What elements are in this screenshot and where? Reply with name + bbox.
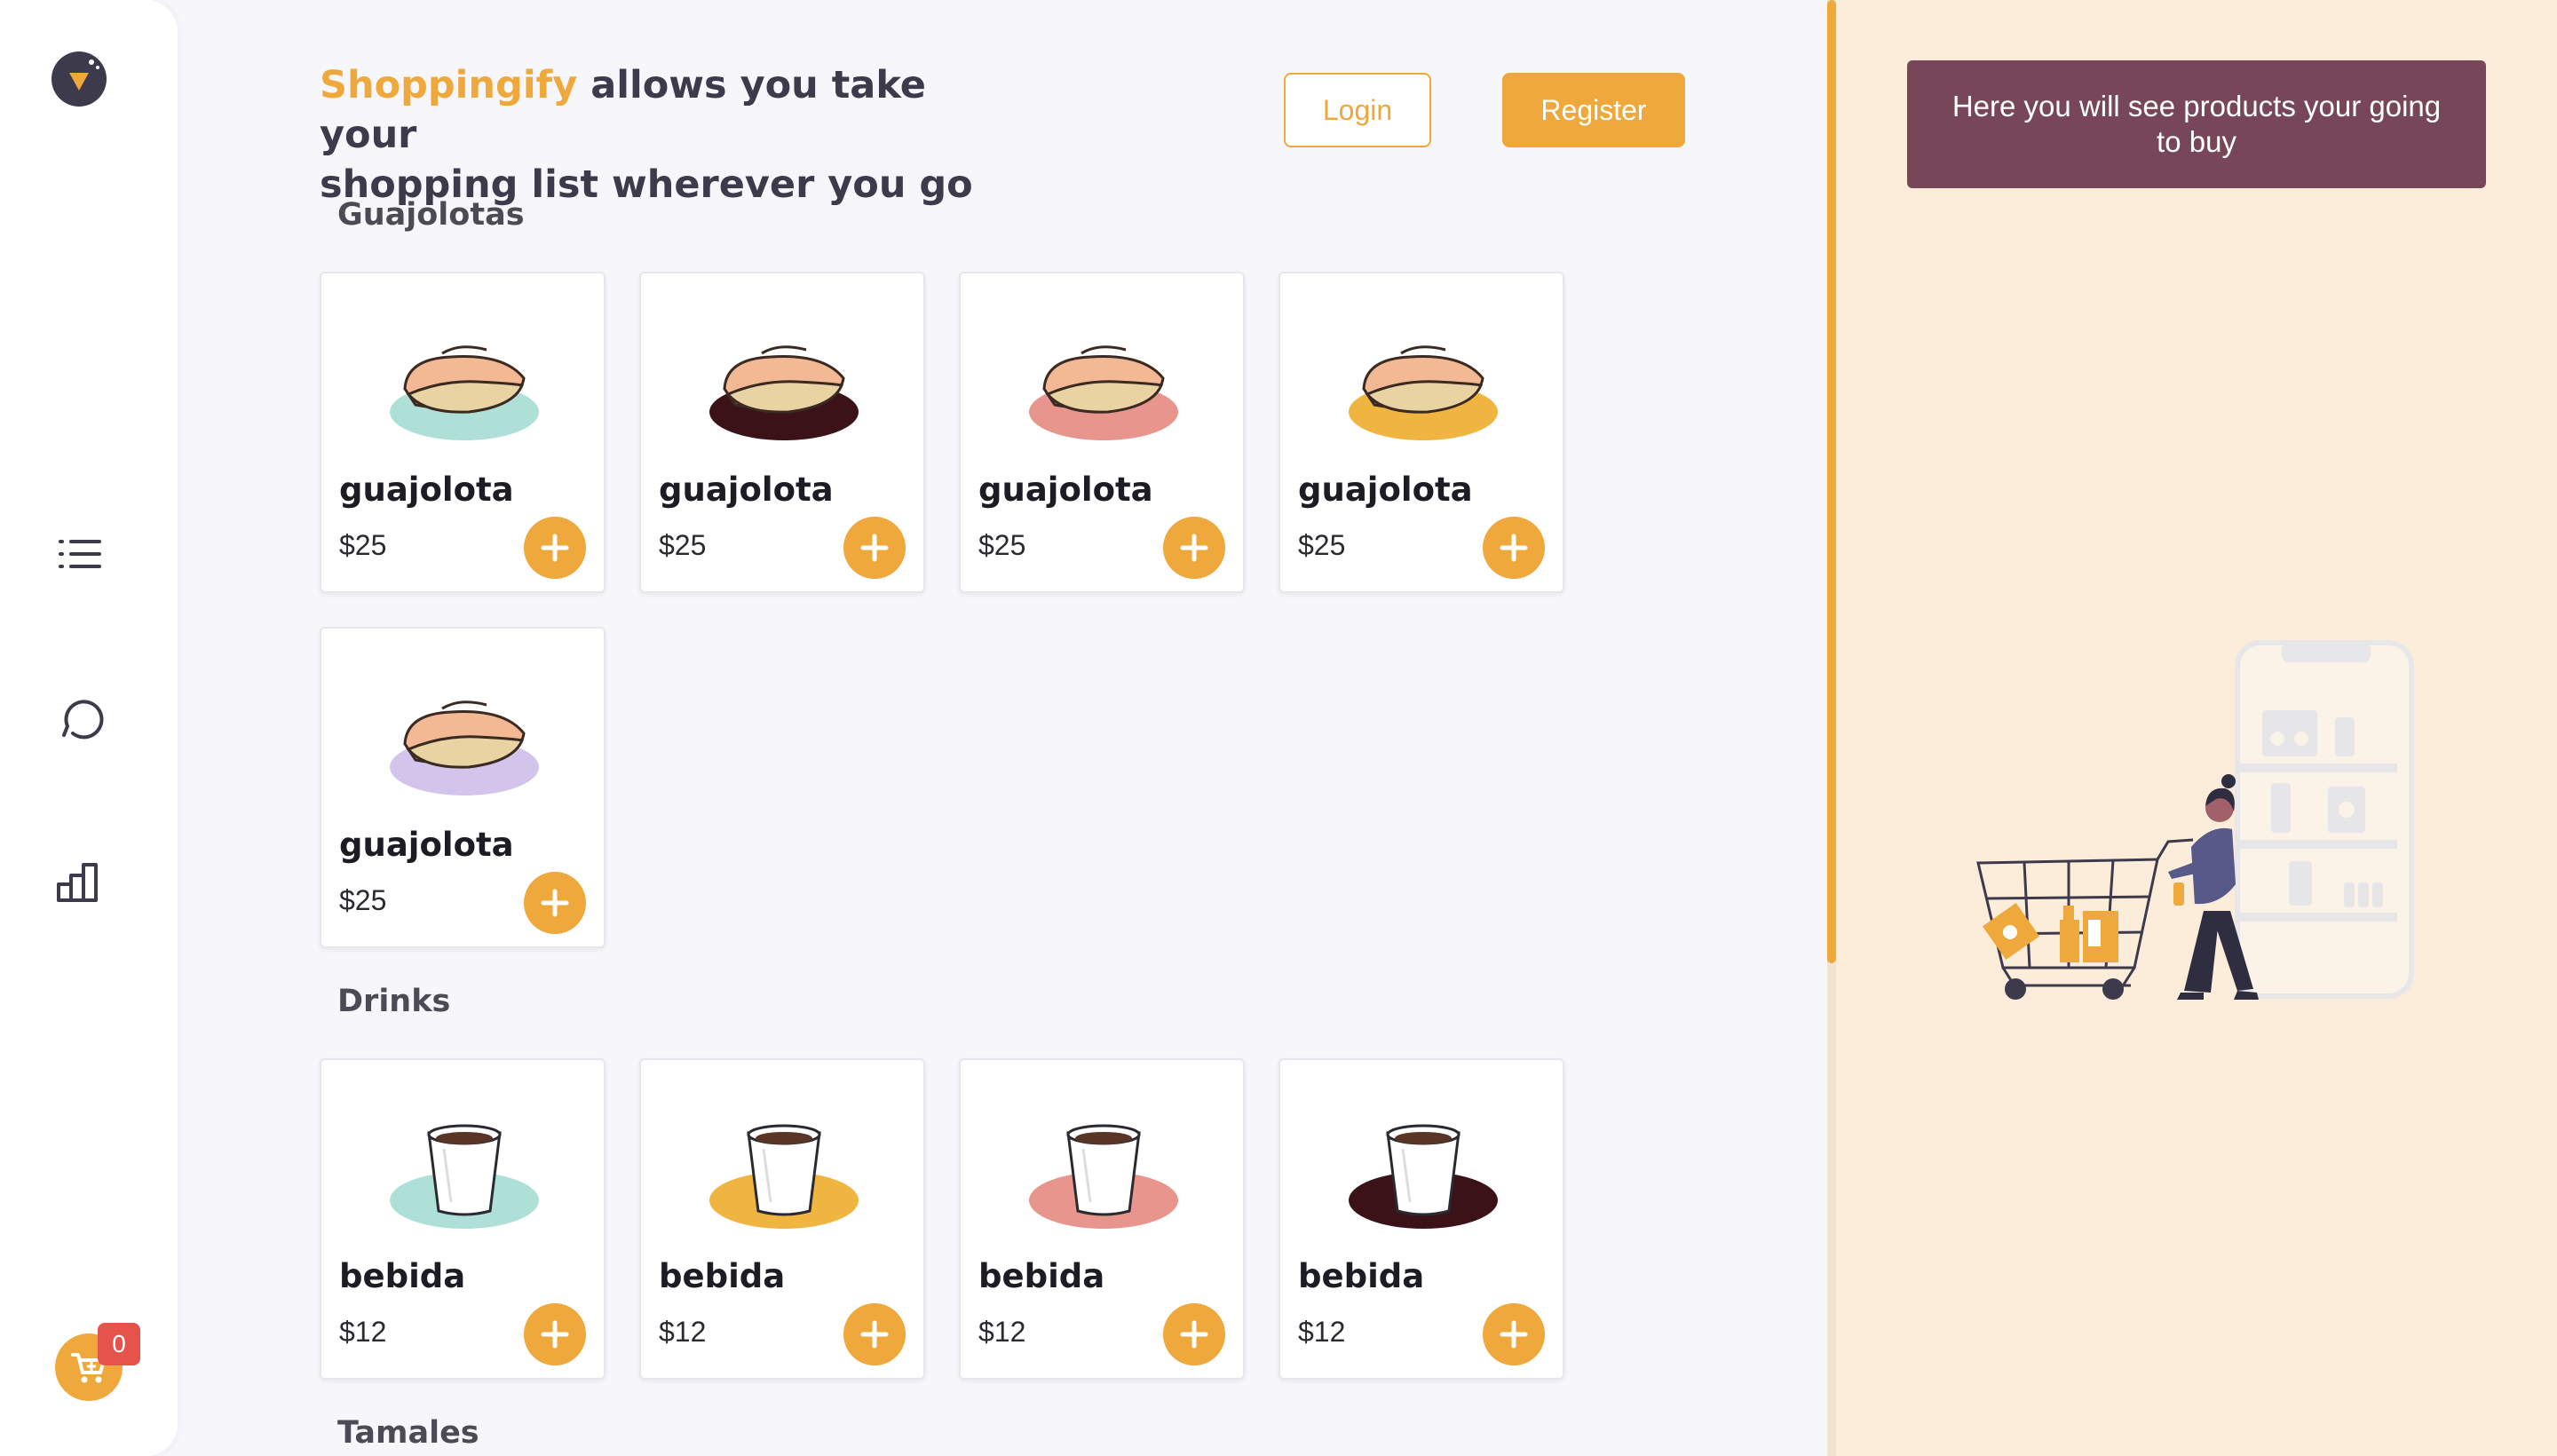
product-card[interactable]: bebida $12	[1278, 1058, 1564, 1380]
guajolota-image	[1029, 345, 1178, 440]
register-button[interactable]: Register	[1502, 73, 1685, 147]
product-price: $12	[339, 1316, 387, 1348]
plus-icon	[1500, 534, 1528, 562]
product-name: guajolota	[978, 471, 1153, 509]
sidebar: 0	[0, 0, 178, 1456]
drink-image	[709, 1124, 859, 1229]
plus-icon	[860, 1320, 889, 1349]
product-name: bebida	[1298, 1257, 1425, 1295]
nav-items-icon[interactable]	[55, 529, 105, 579]
plus-icon	[541, 1320, 569, 1349]
product-price: $25	[978, 529, 1026, 561]
app-logo[interactable]	[51, 51, 107, 107]
scrollbar-thumb[interactable]	[1827, 0, 1836, 963]
add-to-list-button[interactable]	[1163, 517, 1225, 579]
product-card[interactable]: guajolota $25	[1278, 272, 1564, 593]
product-card[interactable]: guajolota $25	[959, 272, 1245, 593]
nav-history-icon[interactable]	[55, 694, 105, 744]
product-name: guajolota	[1298, 471, 1473, 509]
product-card[interactable]: guajolota $25	[639, 272, 925, 593]
product-card[interactable]: guajolota $25	[320, 272, 606, 593]
product-name: guajolota	[339, 826, 514, 864]
add-to-list-button[interactable]	[524, 1303, 586, 1365]
plus-icon	[541, 534, 569, 562]
product-card[interactable]: bebida $12	[320, 1058, 606, 1380]
plus-icon	[1180, 534, 1208, 562]
cart-count-badge: 0	[98, 1323, 140, 1365]
product-name: guajolota	[339, 471, 514, 509]
nav-statistics-icon[interactable]	[55, 858, 105, 907]
main-content: Shoppingify allows you take your shoppin…	[178, 0, 1827, 1456]
add-to-list-button[interactable]	[1483, 1303, 1545, 1365]
product-card[interactable]: guajolota $25	[320, 627, 606, 948]
product-price: $12	[1298, 1316, 1346, 1348]
guajolota-image	[390, 700, 539, 795]
plus-icon	[860, 534, 889, 562]
product-price: $25	[1298, 529, 1346, 561]
drink-image	[1029, 1124, 1178, 1229]
product-card[interactable]: bebida $12	[639, 1058, 925, 1380]
add-to-list-button[interactable]	[1163, 1303, 1225, 1365]
product-price: $25	[339, 529, 387, 561]
category-title-guajolotas: Guajolotas	[337, 197, 525, 233]
product-name: guajolota	[659, 471, 834, 509]
plus-icon	[1180, 1320, 1208, 1349]
product-price: $25	[659, 529, 707, 561]
add-to-list-button[interactable]	[843, 517, 906, 579]
guajolota-image	[709, 345, 859, 440]
category-title-drinks: Drinks	[337, 984, 451, 1019]
product-price: $12	[659, 1316, 707, 1348]
product-name: bebida	[339, 1257, 466, 1295]
list-icon	[59, 540, 101, 568]
add-to-list-button[interactable]	[524, 517, 586, 579]
history-icon	[62, 700, 104, 740]
brand-name: Shoppingify	[320, 63, 578, 107]
drink-image	[390, 1124, 539, 1229]
login-button[interactable]: Login	[1284, 73, 1431, 147]
page-headline: Shoppingify allows you take your shoppin…	[320, 60, 1030, 210]
plus-icon	[1500, 1320, 1528, 1349]
product-price: $12	[978, 1316, 1026, 1348]
product-price: $25	[339, 884, 387, 916]
product-name: bebida	[978, 1257, 1105, 1295]
drink-image	[1349, 1124, 1498, 1229]
guajolota-image	[1349, 345, 1498, 440]
category-title-tamales: Tamales	[337, 1415, 479, 1451]
add-to-list-button[interactable]	[524, 872, 586, 934]
plus-icon	[541, 889, 569, 917]
logo-icon	[69, 59, 99, 91]
add-to-list-button[interactable]	[1483, 517, 1545, 579]
product-card[interactable]: bebida $12	[959, 1058, 1245, 1380]
stats-icon	[57, 863, 98, 902]
shopping-list-notice: Here you will see products your going to…	[1907, 60, 2486, 188]
guajolota-image	[390, 345, 539, 440]
add-to-list-button[interactable]	[843, 1303, 906, 1365]
shopping-illustration	[1976, 640, 2414, 1000]
product-name: bebida	[659, 1257, 786, 1295]
